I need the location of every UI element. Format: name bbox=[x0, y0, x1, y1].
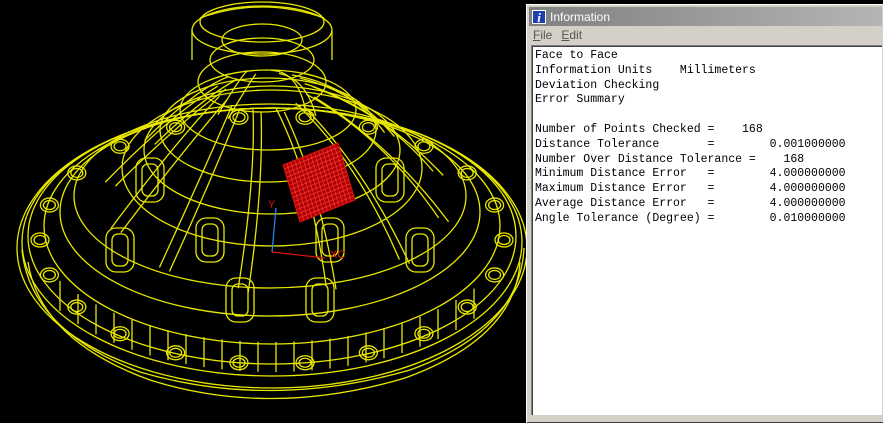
pocket bbox=[111, 233, 129, 267]
pocket bbox=[231, 283, 249, 317]
report-line: Number of Points Checked = 168 bbox=[535, 122, 763, 136]
report-text-area[interactable]: Face to Face Information Units Millimete… bbox=[531, 45, 882, 415]
report-line: Error Summary bbox=[535, 93, 625, 107]
rib bbox=[168, 107, 241, 272]
flange-ring bbox=[21, 107, 523, 377]
report-line: Angle Tolerance (Degree) = 0.010000000 bbox=[535, 211, 846, 225]
bolt-hole bbox=[70, 167, 84, 179]
report-line: Face to Face bbox=[535, 49, 618, 62]
wireframe-model: XC Y bbox=[16, 1, 526, 400]
cad-viewport[interactable]: XC Y bbox=[0, 0, 526, 422]
dome-ring bbox=[209, 37, 315, 83]
report-line: Deviation Checking bbox=[535, 78, 660, 92]
report-line: Information Units Millimeters bbox=[535, 63, 756, 77]
rib bbox=[110, 95, 220, 230]
bolt-hole bbox=[460, 301, 474, 313]
rim-edge bbox=[27, 261, 521, 400]
menu-file[interactable]: File bbox=[533, 28, 552, 42]
bolt-hole bbox=[417, 141, 431, 152]
window-titlebar[interactable]: i Information bbox=[529, 7, 882, 26]
report-line: Number Over Distance Tolerance = 168 bbox=[535, 152, 805, 166]
report-line: Distance Tolerance = 0.001000000 bbox=[535, 137, 846, 151]
axis-label-x: XC bbox=[330, 249, 345, 261]
axis-label-y: Y bbox=[268, 199, 276, 211]
pocket bbox=[411, 233, 429, 267]
rib bbox=[247, 112, 263, 293]
window-title: Information bbox=[550, 9, 611, 24]
bolt-hole bbox=[497, 234, 511, 246]
report-line: Minimum Distance Error = 4.000000000 bbox=[535, 167, 846, 181]
rib bbox=[237, 109, 255, 289]
bolt-hole bbox=[113, 141, 127, 152]
pocket bbox=[311, 283, 329, 317]
menu-edit[interactable]: Edit bbox=[561, 28, 582, 42]
top-boss bbox=[199, 1, 325, 43]
rim-edge bbox=[21, 247, 525, 392]
bolt-hole bbox=[70, 301, 84, 313]
bolt-hole bbox=[33, 234, 47, 246]
rib bbox=[114, 88, 227, 187]
report-text: Face to Face Information Units Millimete… bbox=[535, 49, 879, 227]
menu-bar: File Edit bbox=[527, 26, 883, 44]
information-window[interactable]: i Information File Edit Face to Face Inf… bbox=[526, 4, 883, 423]
bolt-hole bbox=[42, 269, 57, 281]
bolt-hole bbox=[487, 269, 502, 281]
bolt-hole bbox=[361, 122, 376, 133]
report-line: Average Distance Error = 4.000000000 bbox=[535, 196, 846, 210]
flange-ring bbox=[27, 107, 517, 365]
info-icon: i bbox=[532, 9, 546, 24]
report-line: Maximum Distance Error = 4.000000000 bbox=[535, 182, 846, 196]
